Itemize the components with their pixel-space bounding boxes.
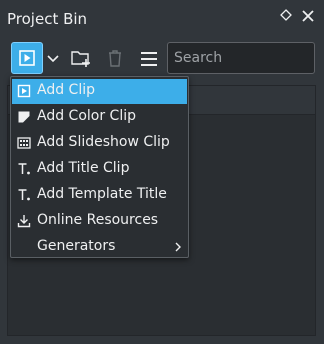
menu-item-add-color-clip[interactable]: Add Color Clip <box>12 105 187 130</box>
menu-item-online-resources[interactable]: Online Resources <box>12 209 187 234</box>
slideshow-icon <box>17 137 31 149</box>
add-clip-dropdown-menu: Add Clip Add Color Clip Add Slideshow Cl… <box>10 76 189 258</box>
menu-item-label: Add Clip <box>37 82 95 98</box>
menu-item-label: Online Resources <box>37 212 159 228</box>
menu-item-add-title-clip[interactable]: Add Title Clip <box>12 157 187 182</box>
new-folder-icon[interactable] <box>70 48 92 68</box>
menu-item-label: Generators <box>37 238 116 254</box>
menu-item-add-template-title[interactable]: Add Template Title <box>12 183 187 208</box>
panel-title: Project Bin <box>7 10 88 28</box>
add-clip-icon <box>17 84 31 98</box>
close-icon[interactable] <box>301 9 315 23</box>
template-title-icon <box>18 189 30 201</box>
title-clip-icon <box>18 163 30 175</box>
download-icon <box>17 215 31 228</box>
menu-item-generators[interactable]: Generators <box>12 235 187 260</box>
menu-item-label: Add Title Clip <box>37 160 130 176</box>
float-icon[interactable] <box>280 9 292 21</box>
menu-item-label: Add Color Clip <box>37 108 136 124</box>
project-bin-panel: Project Bin Search Add Clip Add Color Cl… <box>0 0 324 344</box>
color-clip-icon <box>18 111 30 123</box>
menu-item-add-slideshow-clip[interactable]: Add Slideshow Clip <box>12 131 187 156</box>
search-input[interactable] <box>167 42 315 74</box>
trash-icon[interactable] <box>106 48 124 68</box>
hamburger-menu-icon[interactable] <box>139 50 159 68</box>
add-clip-toolbar-icon <box>19 50 35 66</box>
chevron-down-icon[interactable] <box>46 52 60 66</box>
chevron-right-icon <box>175 242 181 252</box>
toolbar <box>0 42 324 76</box>
menu-item-label: Add Template Title <box>37 186 167 202</box>
menu-item-label: Add Slideshow Clip <box>37 134 170 150</box>
add-clip-button[interactable] <box>11 42 43 74</box>
title-bar: Project Bin <box>0 0 324 38</box>
menu-item-add-clip[interactable]: Add Clip <box>12 79 187 104</box>
